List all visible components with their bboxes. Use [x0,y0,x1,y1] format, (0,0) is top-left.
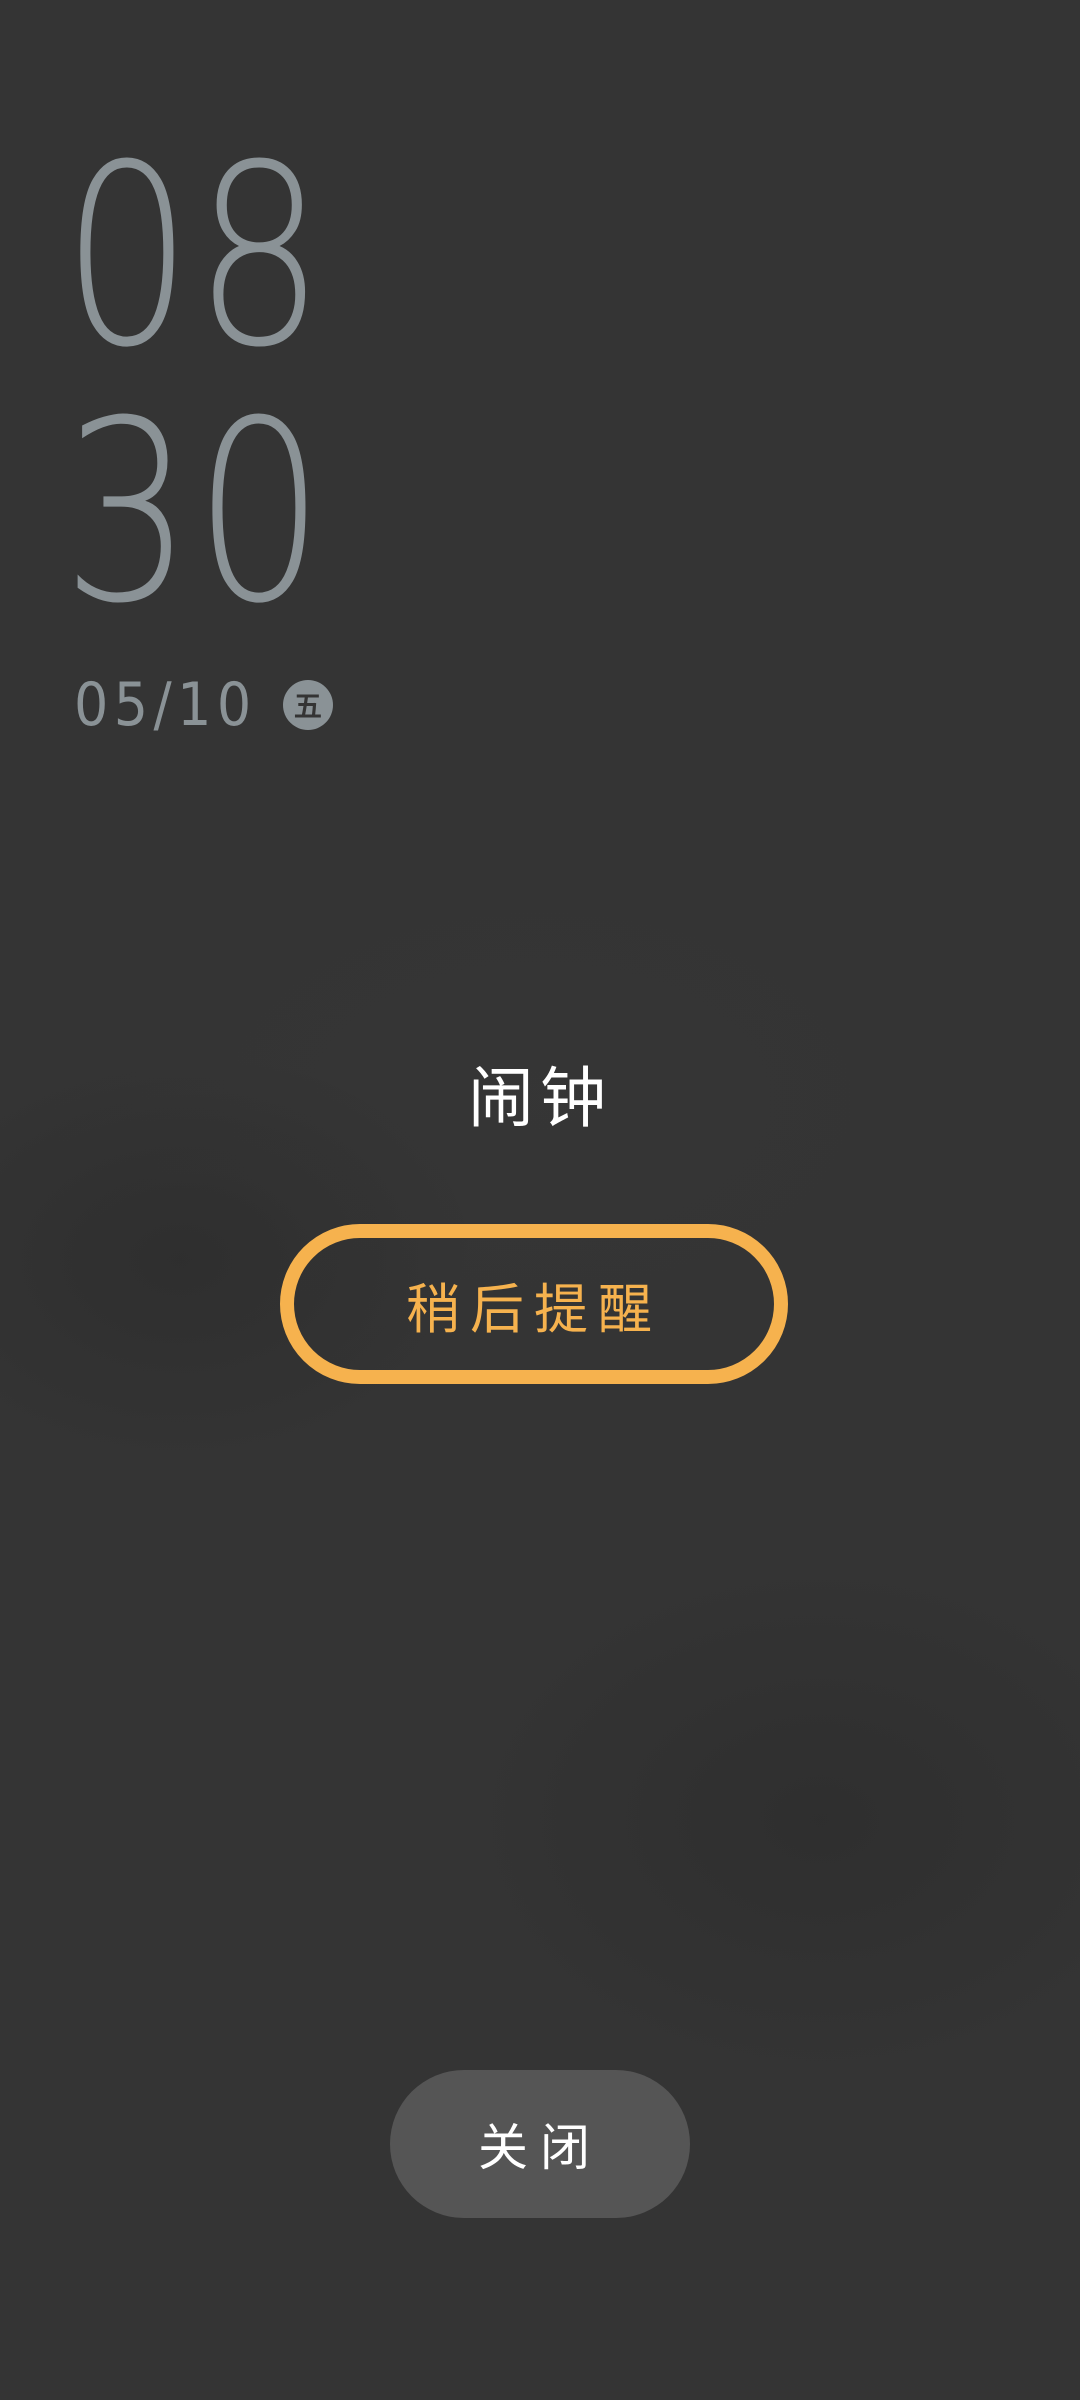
snooze-button[interactable]: 稍后提醒 [280,1224,788,1384]
close-button-label: 关闭 [478,2119,602,2177]
weekday-badge: 五 [282,680,333,730]
clock-minute: 30 [62,367,327,658]
snooze-button-label: 稍后提醒 [406,1277,662,1341]
date-text: 05/10 [74,670,257,740]
clock-hour: 08 [62,111,327,402]
close-button[interactable]: 关闭 [390,2070,690,2218]
date-row: 05/10 五 [74,670,333,740]
alarm-title: 闹钟 [468,1060,612,1137]
